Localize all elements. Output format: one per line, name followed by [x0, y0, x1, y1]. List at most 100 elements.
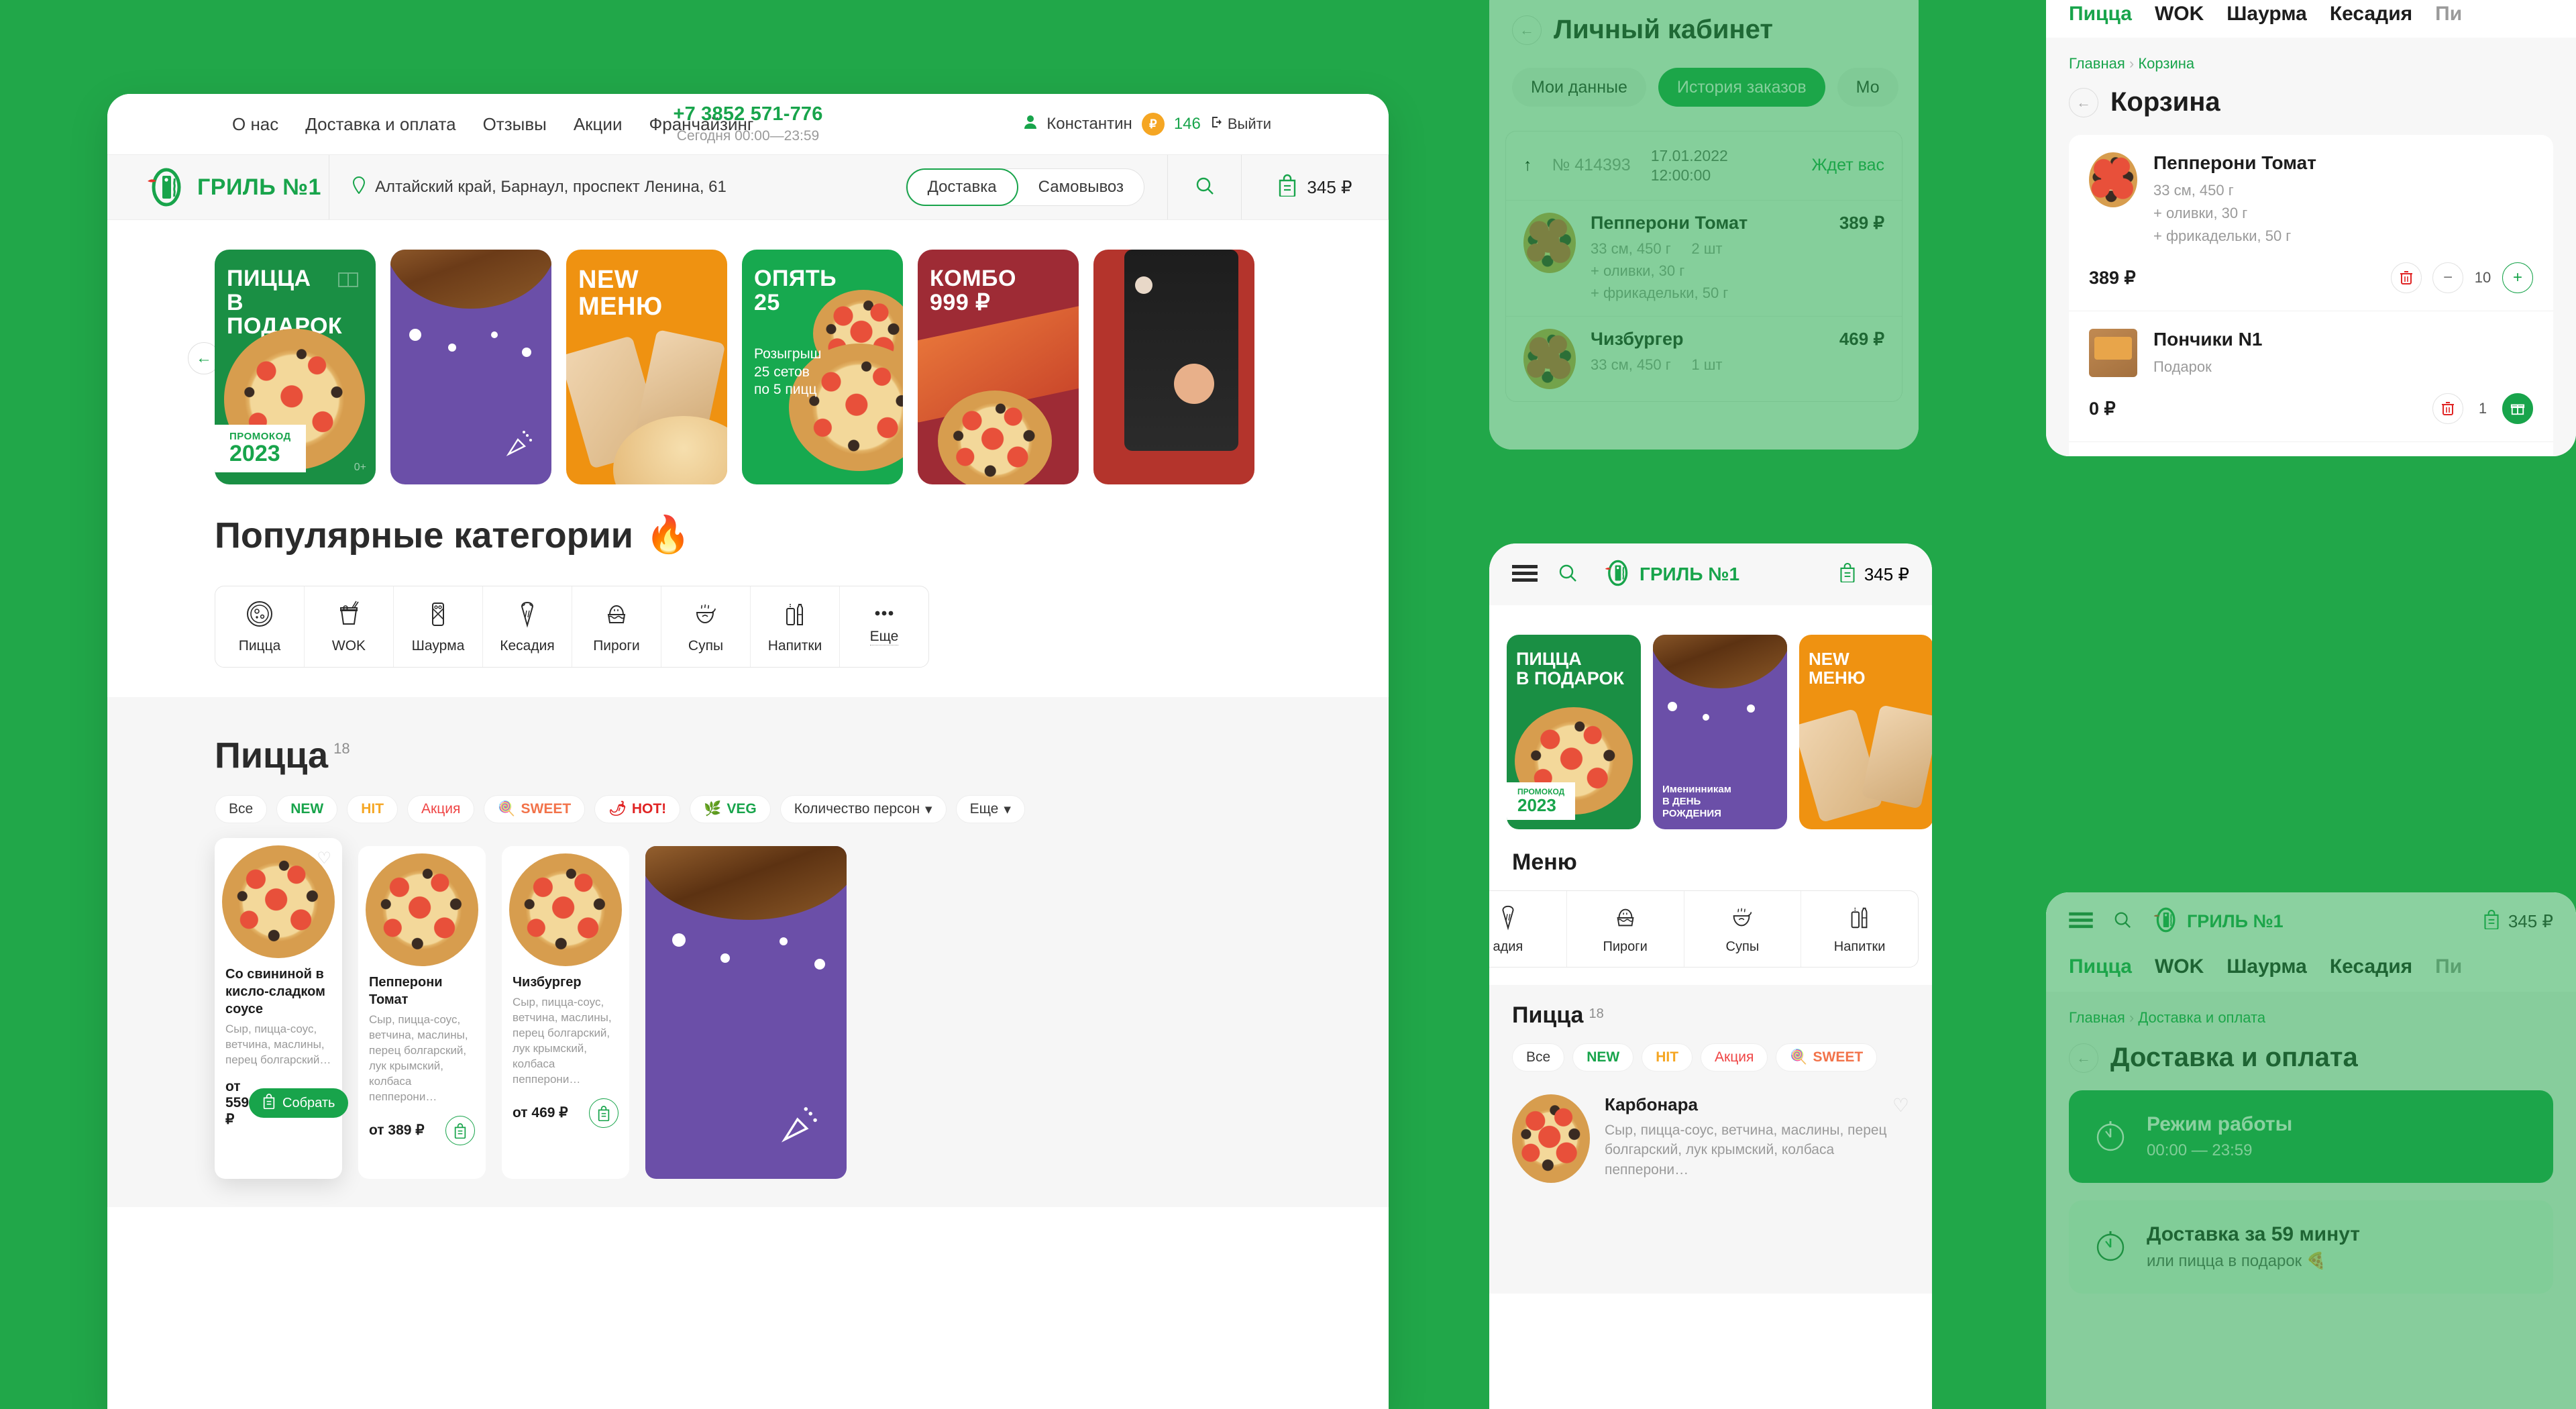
filter-sweet[interactable]: 🍭 SWEET: [484, 795, 586, 823]
nav-link-promos[interactable]: Акции: [574, 114, 623, 135]
category-soups[interactable]: Супы: [1684, 891, 1802, 967]
delete-icon[interactable]: [2432, 393, 2463, 425]
banner-pizza-gift[interactable]: ПИЦЦА В ПОДАРОК ПРОМОКОД 2023: [1507, 635, 1641, 829]
nav-link-reviews[interactable]: Отзывы: [483, 114, 547, 135]
category-pizza[interactable]: Пицца: [215, 586, 305, 667]
cart-button[interactable]: 345 ₽: [1839, 562, 1909, 587]
filter-akciya[interactable]: Акция: [407, 795, 475, 823]
category-quesadilla[interactable]: адия: [1489, 891, 1567, 967]
tab-pies[interactable]: Пи: [2435, 955, 2462, 978]
working-hours-card[interactable]: Режим работы 00:00 — 23:59: [2069, 1090, 2553, 1183]
product-card[interactable]: Чизбургер Сыр, пицца-соус, ветчина, масл…: [502, 846, 629, 1179]
back-arrow-icon[interactable]: ←: [2069, 87, 2098, 117]
add-to-cart-button[interactable]: [445, 1115, 475, 1145]
toggle-delivery[interactable]: Доставка: [906, 168, 1018, 206]
decrement-button[interactable]: −: [2432, 262, 2463, 294]
filter-hit[interactable]: HIT: [347, 795, 398, 823]
delivery-time-card[interactable]: Доставка за 59 минут или пицца в подарок…: [2069, 1200, 2553, 1294]
favorite-heart-icon[interactable]: ♡: [317, 849, 331, 868]
banner-combo[interactable]: КОМБО 999 ₽: [918, 250, 1079, 484]
cart-button[interactable]: 345 ₽: [1241, 155, 1389, 219]
filter-all[interactable]: Все: [1512, 1043, 1565, 1072]
tab-shawarma[interactable]: Шаурма: [2226, 955, 2307, 978]
logo[interactable]: ГРИЛЬ №1: [1603, 559, 1739, 590]
category-wok[interactable]: WOK: [305, 586, 394, 667]
tab-wok[interactable]: WOK: [2155, 3, 2204, 25]
category-quesadilla[interactable]: Кесадия: [483, 586, 572, 667]
product-card[interactable]: ♡ Со свининой в кисло-сладком соусе Сыр,…: [215, 838, 349, 1179]
address-selector[interactable]: Алтайский край, Барнаул, проспект Ленина…: [329, 155, 906, 219]
tab-more[interactable]: Мо: [1837, 68, 1898, 107]
tab-pizza[interactable]: Пицца: [2069, 955, 2132, 978]
filter-hit[interactable]: HIT: [1642, 1043, 1693, 1072]
logout-button[interactable]: Выйти: [1210, 115, 1271, 133]
order-card: ↑ № 414393 17.01.2022 12:00:00 Ждет вас …: [1505, 131, 1902, 402]
nav-link-delivery[interactable]: Доставка и оплата: [305, 114, 455, 135]
category-drinks[interactable]: Напитки: [751, 586, 840, 667]
banner-birthday[interactable]: [390, 250, 551, 484]
hamburger-menu-icon[interactable]: [2069, 910, 2093, 933]
filter-hot[interactable]: 🌶 HOT!: [594, 795, 681, 823]
phone-product-card[interactable]: Карбонара ♡ Сыр, пицца-соус, ветчина, ма…: [1489, 1072, 1932, 1183]
tab-shawarma[interactable]: Шаурма: [2226, 3, 2307, 25]
banner-birthday[interactable]: Именинникам В ДЕНЬ РОЖДЕНИЯ: [1653, 635, 1787, 829]
repeat-order-icon[interactable]: ↑: [1523, 156, 1532, 175]
account-name[interactable]: Константин: [1046, 115, 1132, 134]
search-icon[interactable]: [1558, 563, 1578, 586]
filter-more-select[interactable]: Еще ▾: [955, 795, 1025, 823]
banner-new-menu[interactable]: NEW МЕНЮ: [1799, 635, 1932, 829]
filter-new[interactable]: NEW: [276, 795, 338, 823]
search-button[interactable]: [1167, 155, 1241, 219]
category-drinks[interactable]: Напитки: [1801, 891, 1918, 967]
cart-total: 345 ₽: [1307, 176, 1352, 197]
collect-button[interactable]: Собрать: [249, 1088, 349, 1118]
tab-order-history[interactable]: История заказов: [1658, 68, 1825, 107]
delete-icon[interactable]: [2391, 262, 2422, 294]
breadcrumb-home[interactable]: Главная: [2069, 1009, 2125, 1026]
category-shawarma[interactable]: Шаурма: [394, 586, 483, 667]
cart-button[interactable]: 345 ₽: [2483, 909, 2553, 934]
phone-number[interactable]: +7 3852 571-776: [673, 103, 822, 125]
filter-akciya[interactable]: Акция: [1701, 1043, 1768, 1072]
favorite-heart-icon[interactable]: ♡: [1892, 1094, 1909, 1116]
product-name: Чизбургер: [513, 975, 582, 990]
hamburger-menu-icon[interactable]: [1512, 563, 1538, 586]
filter-new[interactable]: NEW: [1572, 1043, 1634, 1072]
filter-persons-select[interactable]: Количество персон ▾: [780, 795, 947, 823]
banner-opyat-25[interactable]: ОПЯТЬ 25 Розыгрыш 25 сетов по 5 пицц: [742, 250, 903, 484]
tab-pies[interactable]: Пи: [2435, 3, 2462, 25]
banner-pizza-gift[interactable]: ПИЦЦА В ПОДАРОК ПРОМОКОД 2023 0+: [215, 250, 376, 484]
product-card[interactable]: Пепперони Томат Сыр, пицца-соус, ветчина…: [358, 846, 486, 1179]
filter-veg[interactable]: 🌿 VEG: [690, 795, 771, 823]
logo[interactable]: ГРИЛЬ №1: [107, 166, 329, 208]
delivery-pickup-toggle[interactable]: Доставка Самовывоз: [905, 168, 1144, 206]
cart-bag-icon: [1839, 562, 1856, 587]
tab-pizza[interactable]: Пицца: [2069, 3, 2132, 25]
category-more[interactable]: Еще: [840, 586, 928, 667]
tab-my-data[interactable]: Мои данные: [1512, 68, 1646, 107]
search-icon[interactable]: [2113, 910, 2132, 933]
nav-link-about[interactable]: О нас: [232, 114, 278, 135]
toggle-pickup[interactable]: Самовывоз: [1018, 169, 1144, 205]
breadcrumb: Главная › Корзина: [2069, 55, 2576, 72]
increment-button[interactable]: +: [2502, 262, 2533, 294]
logo[interactable]: ГРИЛЬ №1: [2152, 906, 2284, 937]
banner-extra[interactable]: [1093, 250, 1254, 484]
tab-wok[interactable]: WOK: [2155, 955, 2204, 978]
back-arrow-icon[interactable]: ←: [2069, 1043, 2098, 1073]
promo-card-purple[interactable]: [645, 846, 847, 1179]
add-to-cart-button[interactable]: [589, 1098, 619, 1128]
filter-sweet[interactable]: 🍭 SWEET: [1776, 1043, 1878, 1072]
filter-all[interactable]: Все: [215, 795, 268, 823]
back-arrow-icon[interactable]: ←: [1512, 15, 1542, 45]
category-pies[interactable]: Пироги: [1567, 891, 1684, 967]
tab-quesadilla[interactable]: Кесадия: [2330, 3, 2412, 25]
gift-icon[interactable]: [2502, 393, 2533, 425]
category-soups[interactable]: Супы: [661, 586, 751, 667]
tab-quesadilla[interactable]: Кесадия: [2330, 955, 2412, 978]
product-price: от 469 ₽: [513, 1105, 568, 1121]
cart-item: Вок с говядиной 33 см, 450 г + оливки, 3…: [2069, 442, 2553, 456]
breadcrumb-home[interactable]: Главная: [2069, 55, 2125, 72]
category-pies[interactable]: Пироги: [572, 586, 661, 667]
banner-new-menu[interactable]: NEW МЕНЮ: [566, 250, 727, 484]
